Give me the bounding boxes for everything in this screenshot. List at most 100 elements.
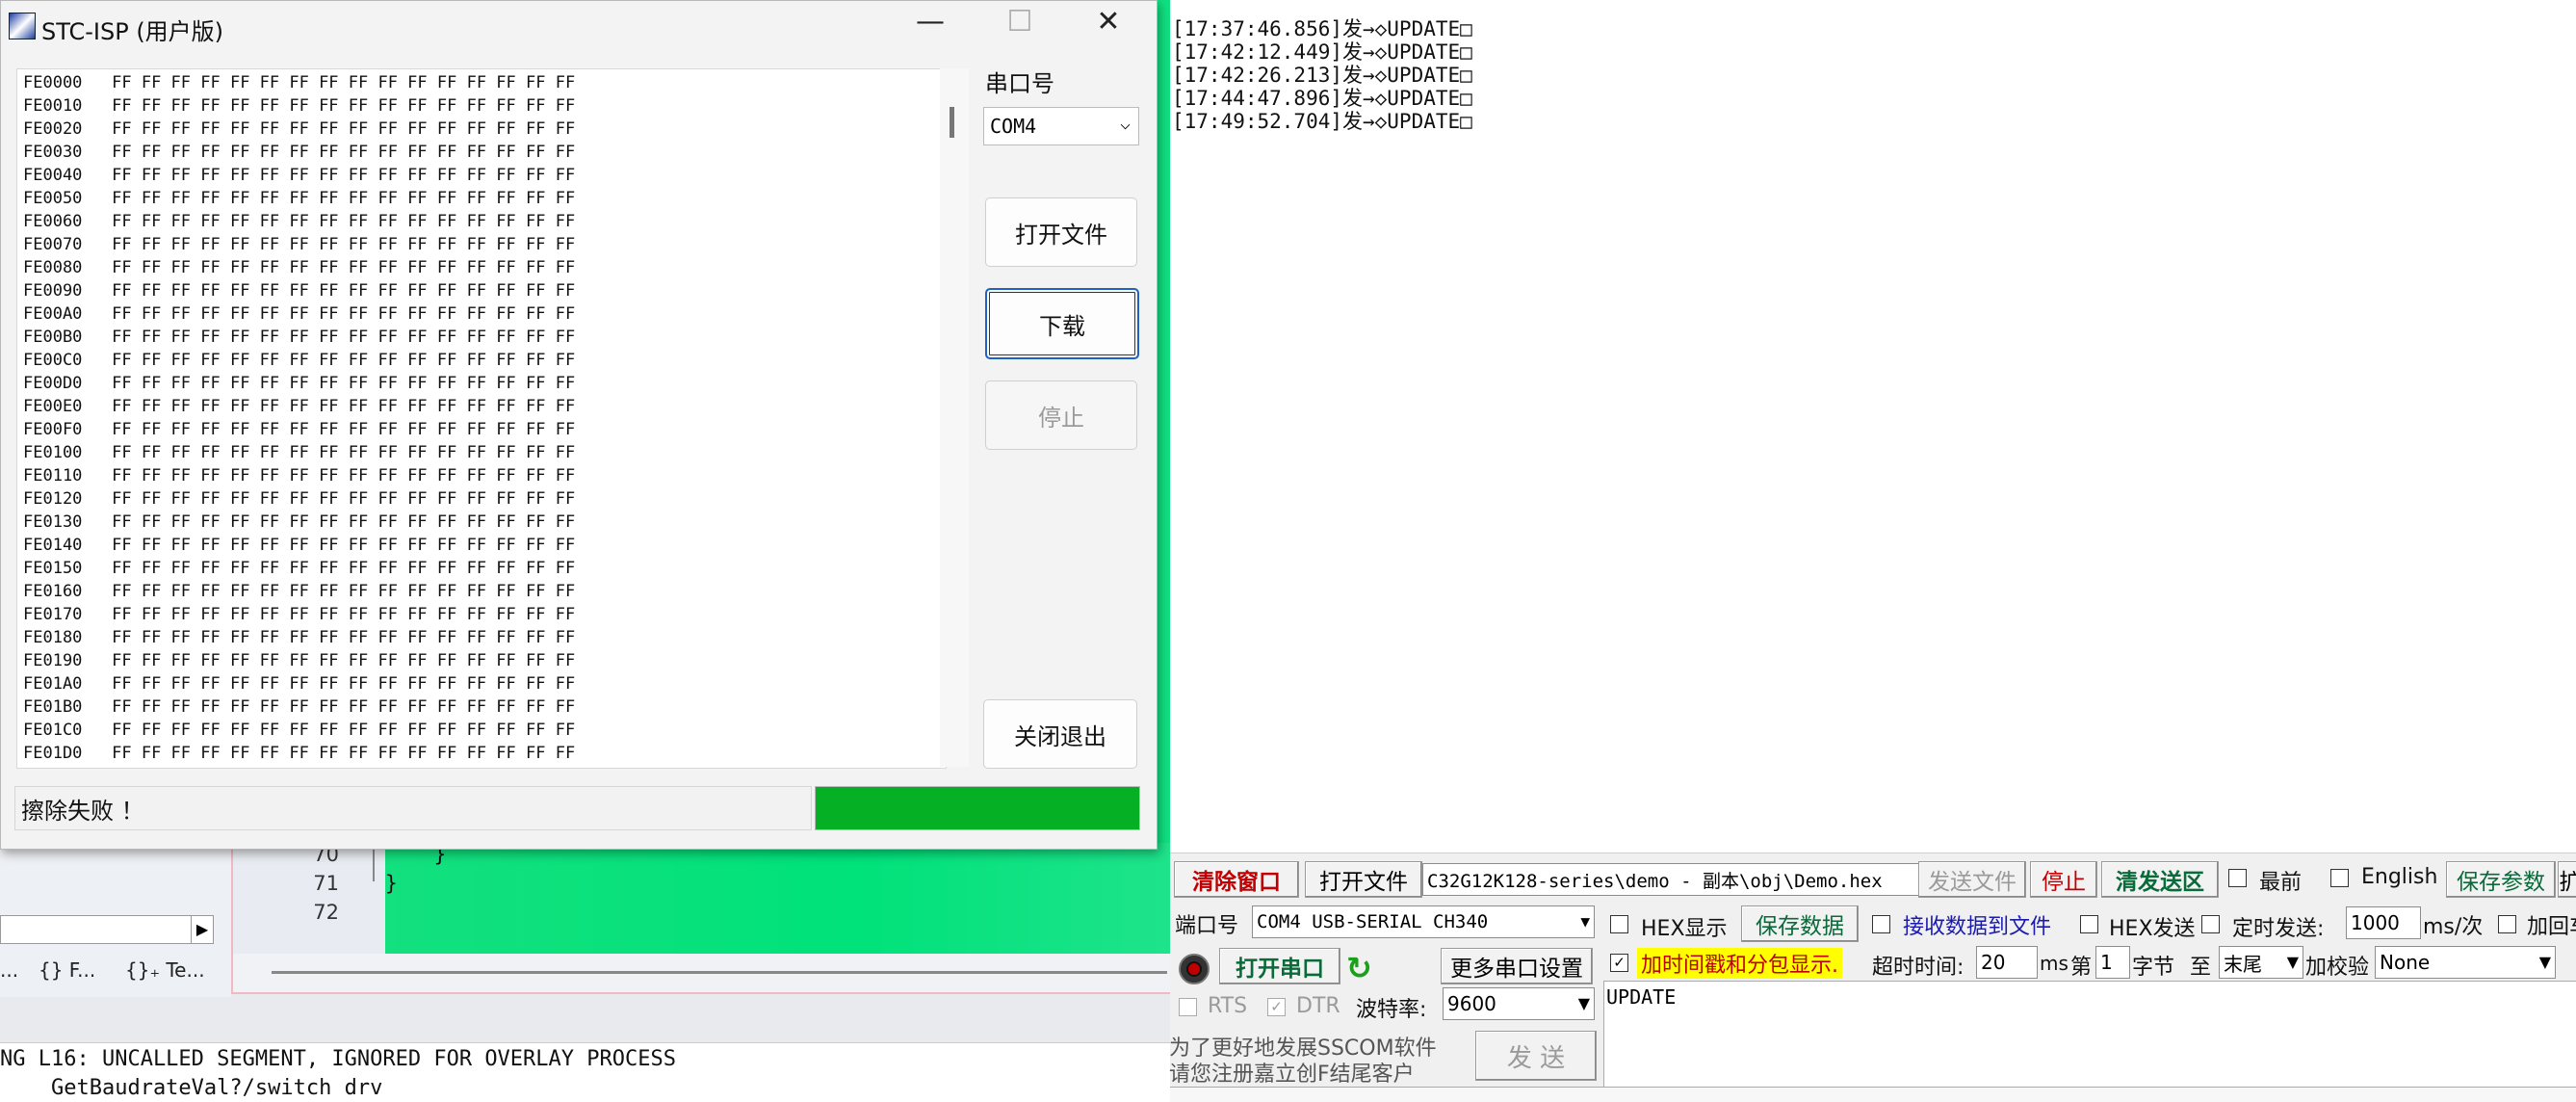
checksum-select[interactable]: None ▼	[2375, 946, 2556, 979]
timed-send-checkbox[interactable]	[2201, 915, 2220, 933]
hex-row: FE0030 FF FF FF FF FF FF FF FF FF FF FF …	[23, 141, 575, 164]
save-data-button[interactable]: 保存数据	[1741, 905, 1859, 942]
chevron-down-icon: ▼	[1577, 994, 1590, 1012]
port-select-value: COM4 USB-SERIAL CH340	[1257, 911, 1489, 932]
line-number: 72	[313, 901, 339, 924]
hex-row: FE0140 FF FF FF FF FF FF FF FF FF FF FF …	[23, 534, 575, 557]
title-bar[interactable]: STC-ISP (用户版) — ☐ ✕	[1, 1, 1157, 51]
timeout-input[interactable]: 20	[1976, 946, 2038, 979]
file-path-field[interactable]: C32G12K128-series\demo - 副本\obj\Demo.hex	[1422, 863, 1919, 896]
english-checkbox[interactable]	[2330, 869, 2349, 887]
hex-address: FE01C0	[23, 721, 83, 740]
hex-address: FE00D0	[23, 374, 83, 393]
hex-address: FE0140	[23, 536, 83, 555]
hex-buffer-view[interactable]: FE0000 FF FF FF FF FF FF FF FF FF FF FF …	[16, 68, 947, 769]
checksum-select-value: None	[2380, 951, 2431, 974]
hex-display-checkbox[interactable]	[1610, 915, 1628, 933]
refresh-icon[interactable]: ↻	[1346, 950, 1372, 986]
hex-address: FE0090	[23, 281, 83, 301]
hex-bytes: FF FF FF FF FF FF FF FF FF FF FF FF FF F…	[112, 628, 576, 647]
hex-vertical-scrollbar[interactable]	[940, 68, 969, 767]
extend-button[interactable]: 扩	[2558, 861, 2576, 898]
line-number: 71	[313, 872, 339, 895]
port-select[interactable]: COM4 USB-SERIAL CH340 ▼	[1252, 905, 1595, 938]
ide-horizontal-scrollbar[interactable]	[231, 954, 1172, 994]
ide-code-area[interactable]: } }	[385, 843, 1170, 954]
minimize-icon[interactable]: —	[901, 5, 959, 39]
ide-tab-functions[interactable]: {} F...	[39, 958, 95, 982]
ide-tab-templates[interactable]: {}₊ Te...	[125, 958, 205, 982]
hex-send-checkbox[interactable]	[2080, 915, 2098, 933]
com-port-select[interactable]: COM4 ⌵	[983, 107, 1139, 145]
open-file-button[interactable]: 打开文件	[985, 197, 1137, 267]
sscom-receive-area[interactable]: [17:37:46.856]发→◇UPDATE□ [17:42:12.449]发…	[1170, 0, 2576, 853]
rts-checkbox[interactable]	[1179, 998, 1197, 1016]
ide-tab-1[interactable]: ...	[0, 958, 18, 982]
hex-address: FE00E0	[23, 397, 83, 416]
hex-bytes: FF FF FF FF FF FF FF FF FF FF FF FF FF F…	[112, 489, 576, 509]
sscom-bottom-strip	[1170, 1087, 2576, 1102]
hex-row: FE01B0 FF FF FF FF FF FF FF FF FF FF FF …	[23, 695, 575, 719]
ide-output-panel: NG L16: UNCALLED SEGMENT, IGNORED FOR OV…	[0, 1042, 1170, 1102]
hex-bytes: FF FF FF FF FF FF FF FF FF FF FF FF FF F…	[112, 744, 576, 763]
hex-address: FE0160	[23, 582, 83, 601]
hex-row: FE00C0 FF FF FF FF FF FF FF FF FF FF FF …	[23, 349, 575, 372]
timed-send-label: 定时发送:	[2232, 917, 2325, 941]
hex-address: FE0190	[23, 651, 83, 670]
hex-bytes: FF FF FF FF FF FF FF FF FF FF FF FF FF F…	[112, 674, 576, 694]
hex-row: FE00D0 FF FF FF FF FF FF FF FF FF FF FF …	[23, 372, 575, 395]
hex-bytes: FF FF FF FF FF FF FF FF FF FF FF FF FF F…	[112, 258, 576, 277]
interval-input[interactable]: 1000	[2346, 906, 2421, 939]
topmost-checkbox[interactable]	[2228, 869, 2247, 887]
send-text-area[interactable]: UPDATE	[1603, 981, 2576, 1089]
hex-address: FE0050	[23, 189, 83, 208]
open-port-button[interactable]: 打开串口	[1219, 948, 1340, 984]
close-icon[interactable]: ✕	[1080, 5, 1137, 39]
add-cr-checkbox[interactable]	[2498, 915, 2516, 933]
hex-row: FE0040 FF FF FF FF FF FF FF FF FF FF FF …	[23, 164, 575, 187]
dtr-checkbox[interactable]: ✓	[1267, 998, 1286, 1016]
ide-left-scroll[interactable]: ▶	[0, 915, 214, 944]
byte-index-input[interactable]: 1	[2095, 946, 2130, 979]
hex-row: FE0000 FF FF FF FF FF FF FF FF FF FF FF …	[23, 71, 575, 94]
hex-bytes: FF FF FF FF FF FF FF FF FF FF FF FF FF F…	[112, 512, 576, 532]
hex-row: FE0110 FF FF FF FF FF FF FF FF FF FF FF …	[23, 464, 575, 487]
baud-select[interactable]: 9600 ▼	[1443, 987, 1595, 1020]
hex-bytes: FF FF FF FF FF FF FF FF FF FF FF FF FF F…	[112, 304, 576, 324]
clear-send-button[interactable]: 清发送区	[2101, 861, 2219, 898]
close-exit-button[interactable]: 关闭退出	[983, 699, 1137, 769]
stop-button[interactable]: 停止	[2030, 861, 2097, 898]
scroll-right-icon[interactable]: ▶	[191, 916, 213, 943]
port-label: 端口号	[1175, 914, 1239, 938]
send-file-button[interactable]: 发送文件	[1918, 861, 2026, 898]
hex-bytes: FF FF FF FF FF FF FF FF FF FF FF FF FF F…	[112, 351, 576, 370]
hex-row: FE0070 FF FF FF FF FF FF FF FF FF FF FF …	[23, 233, 575, 256]
stop-button[interactable]: 停止	[985, 380, 1137, 450]
clear-window-button[interactable]: 清除窗口	[1174, 861, 1299, 898]
download-button[interactable]: 下载	[985, 288, 1139, 359]
hex-address: FE0060	[23, 212, 83, 231]
code-line: }	[385, 872, 398, 895]
hex-bytes: FF FF FF FF FF FF FF FF FF FF FF FF FF F…	[112, 536, 576, 555]
timeout-label: 超时时间:	[1872, 956, 1965, 980]
maximize-icon[interactable]: ☐	[991, 5, 1049, 39]
hex-row: FE01D0 FF FF FF FF FF FF FF FF FF FF FF …	[23, 742, 575, 765]
send-button[interactable]: 发 送	[1475, 1031, 1597, 1081]
hex-row: FE0020 FF FF FF FF FF FF FF FF FF FF FF …	[23, 118, 575, 141]
hex-address: FE00A0	[23, 304, 83, 324]
timestamp-checkbox[interactable]: ✓	[1610, 954, 1628, 972]
record-icon[interactable]	[1179, 954, 1210, 984]
open-file-button[interactable]: 打开文件	[1305, 861, 1422, 898]
end-select[interactable]: 末尾 ▼	[2219, 946, 2303, 979]
hex-address: FE0100	[23, 443, 83, 462]
hex-bytes: FF FF FF FF FF FF FF FF FF FF FF FF FF F…	[112, 281, 576, 301]
hex-row: FE0130 FF FF FF FF FF FF FF FF FF FF FF …	[23, 511, 575, 534]
hex-row: FE0050 FF FF FF FF FF FF FF FF FF FF FF …	[23, 187, 575, 210]
recv-to-file-checkbox[interactable]	[1872, 915, 1890, 933]
hex-address: FE0030	[23, 143, 83, 162]
save-params-button[interactable]: 保存参数	[2446, 861, 2556, 898]
more-settings-button[interactable]: 更多串口设置	[1441, 948, 1593, 984]
hex-row: FE0190 FF FF FF FF FF FF FF FF FF FF FF …	[23, 649, 575, 672]
hex-address: FE00B0	[23, 328, 83, 347]
hex-bytes: FF FF FF FF FF FF FF FF FF FF FF FF FF F…	[112, 143, 576, 162]
